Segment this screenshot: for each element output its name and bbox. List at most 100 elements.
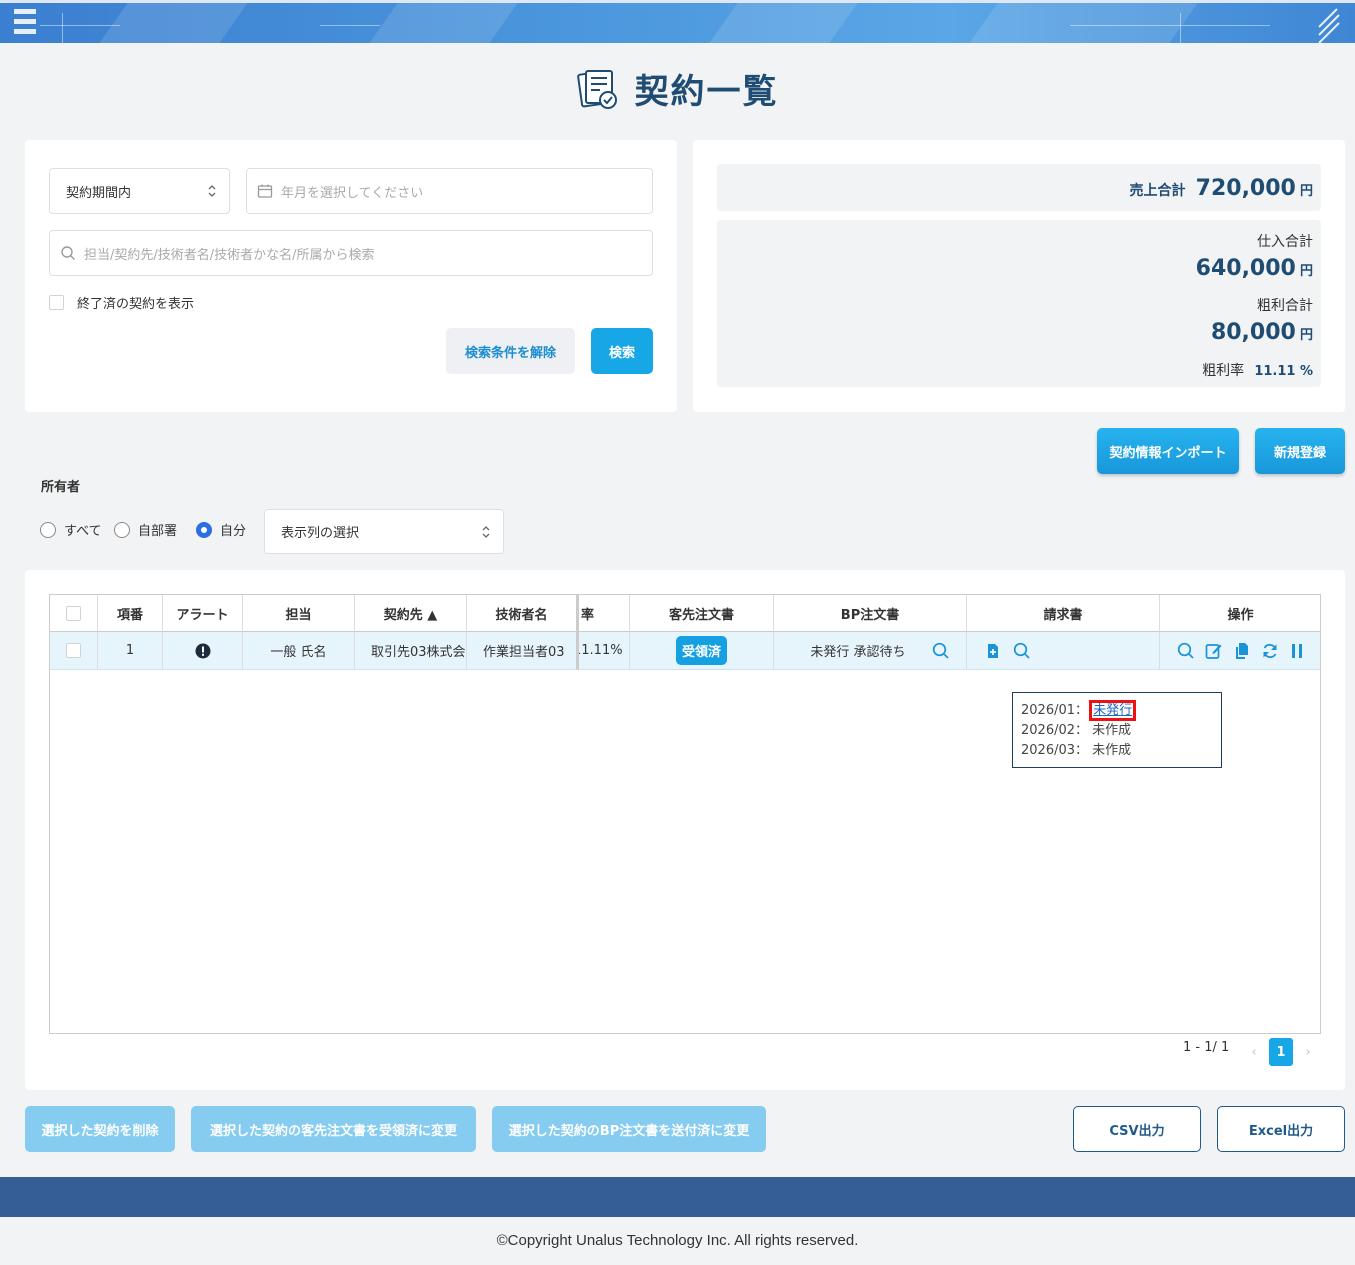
header-alert: アラート: [163, 595, 243, 632]
bp-order-status: 未発行 承認待ち: [810, 645, 906, 660]
month-picker-input[interactable]: 年月を選択してください: [246, 168, 653, 214]
invoice-status-link[interactable]: 未発行: [1089, 700, 1137, 721]
alert-exclamation-icon[interactable]: [195, 643, 211, 659]
purchase-total-unit: 円: [1299, 264, 1313, 279]
keyword-placeholder: 担当/契約先/技術者名/技術者かな名/所属から検索: [84, 247, 375, 263]
header-staff: 担当: [243, 595, 355, 632]
mark-customer-order-received-button[interactable]: 選択した契約の客先注文書を受領済に変更: [191, 1106, 476, 1152]
search-button[interactable]: 検索: [591, 328, 653, 374]
cell-rate-value: 11.11%: [579, 643, 623, 658]
show-finished-label: 終了済の契約を表示: [77, 297, 195, 312]
page-title: 契約一覧: [634, 72, 779, 112]
cell-customer-order: 受領済: [630, 632, 774, 670]
cell-invoice: [967, 632, 1160, 670]
show-finished-option[interactable]: 終了済の契約を表示: [49, 293, 194, 312]
prev-page-button[interactable]: ‹: [1242, 1038, 1266, 1066]
refresh-icon[interactable]: [1261, 642, 1279, 660]
contracts-table: 項番 アラート 担当 契約先 ▲ 技術者名 率 客先注文書 BP注文書 請求書 …: [49, 594, 1321, 1034]
invoice-month: 2026/01：: [1021, 703, 1089, 718]
period-select[interactable]: 契約期間内: [49, 168, 230, 214]
profit-total-value: 80,000: [1210, 320, 1296, 345]
cell-bp-order: 未発行 承認待ち: [774, 632, 967, 670]
header-client-sorted[interactable]: 契約先 ▲: [355, 595, 467, 632]
new-contract-button[interactable]: 新規登録: [1255, 428, 1345, 474]
search-icon: [61, 246, 75, 260]
purchase-total-label: 仕入合計: [1257, 234, 1313, 250]
cell-operations: [1160, 632, 1320, 670]
footer-band: [0, 1177, 1355, 1217]
cell-rate: 11.11%: [579, 632, 630, 670]
invoice-status: 未作成: [1092, 723, 1132, 738]
profit-summary-box: 仕入合計 640,000 円 粗利合計 80,000 円 粗利率 11.11 %: [717, 220, 1321, 387]
header-select-all[interactable]: [50, 595, 98, 632]
import-contracts-button[interactable]: 契約情報インポート: [1097, 428, 1239, 474]
invoice-month: 2026/03：: [1021, 743, 1089, 758]
keyword-search-input[interactable]: 担当/契約先/技術者名/技術者かな名/所属から検索: [49, 230, 653, 276]
customer-order-status-badge[interactable]: 受領済: [675, 636, 727, 665]
header-invoice: 請求書: [967, 595, 1160, 632]
excel-export-button[interactable]: Excel出力: [1217, 1106, 1345, 1152]
cell-staff: 一般 氏名: [243, 632, 355, 670]
column-select[interactable]: 表示列の選択: [264, 509, 504, 554]
sales-total-value: 720,000: [1195, 176, 1296, 201]
sales-total-box: 売上合計 720,000 円: [717, 164, 1321, 211]
csv-export-button[interactable]: CSV出力: [1073, 1106, 1201, 1152]
copy-icon[interactable]: [1233, 642, 1251, 660]
menu-icon[interactable]: [14, 9, 36, 39]
cell-no: 1: [98, 632, 163, 670]
select-arrows-icon: [208, 185, 216, 197]
cell-client: 取引先03株式会社: [355, 632, 467, 670]
next-page-button[interactable]: ›: [1296, 1038, 1320, 1066]
add-invoice-icon[interactable]: [985, 643, 1001, 659]
margin-value: 11.11 %: [1254, 364, 1313, 379]
header-bp-order: BP注文書: [774, 595, 967, 632]
header-customer-order: 客先注文書: [630, 595, 774, 632]
sales-total-unit: 円: [1299, 184, 1313, 199]
profit-total-unit: 円: [1299, 328, 1313, 343]
owner-radio-department[interactable]: 自部署: [114, 520, 177, 539]
search-panel: 契約期間内 年月を選択してください 担当/契約先/技術者名/技術者かな名/所属か…: [25, 140, 677, 412]
invoice-month: 2026/02：: [1021, 723, 1089, 738]
purchase-total-value: 640,000: [1195, 256, 1296, 281]
owner-radio-department-label: 自部署: [138, 524, 178, 539]
edit-icon[interactable]: [1205, 642, 1223, 660]
header-rate: 率: [579, 595, 630, 632]
select-arrows-icon: [482, 525, 490, 538]
owner-radio-all-label: すべて: [64, 524, 102, 539]
row-checkbox[interactable]: [66, 643, 81, 658]
mark-bp-order-sent-button[interactable]: 選択した契約のBP注文書を送付済に変更: [492, 1106, 766, 1152]
summary-panel: 売上合計 720,000 円 仕入合計 640,000 円 粗利合計 80,00…: [693, 140, 1345, 412]
pagination-range: 1 - 1/ 1: [1183, 1040, 1230, 1055]
select-all-checkbox[interactable]: [66, 605, 81, 621]
contract-document-icon: [577, 69, 618, 109]
owner-radio-all[interactable]: すべて: [40, 520, 102, 539]
header-operations: 操作: [1160, 595, 1320, 632]
invoice-status-popup: 2026/01： 未発行 2026/02： 未作成 2026/03： 未作成: [1012, 692, 1222, 768]
delete-selected-button[interactable]: 選択した契約を削除: [25, 1106, 175, 1152]
contracts-table-panel: 項番 アラート 担当 契約先 ▲ 技術者名 率 客先注文書 BP注文書 請求書 …: [25, 570, 1345, 1090]
month-placeholder: 年月を選択してください: [281, 185, 424, 201]
footer-copyright: ©Copyright Unalus Technology Inc. All ri…: [0, 1217, 1355, 1265]
page-header: 契約一覧: [0, 64, 1355, 113]
cell-alert: [163, 632, 243, 670]
header-banner: [0, 0, 1355, 43]
show-finished-checkbox[interactable]: [49, 295, 64, 310]
pause-icon[interactable]: [1289, 642, 1305, 660]
profit-total-label: 粗利合計: [1257, 298, 1313, 314]
invoice-popup-row: 2026/02： 未作成: [1021, 721, 1213, 741]
page-number-button[interactable]: 1: [1269, 1038, 1293, 1066]
invoice-search-icon[interactable]: [1013, 642, 1031, 660]
bp-order-search-icon[interactable]: [932, 642, 950, 660]
row-select-cell[interactable]: [50, 632, 98, 670]
owner-filter-label: 所有者: [41, 480, 81, 495]
slash-decoration-icon: [1318, 8, 1340, 43]
clear-conditions-button[interactable]: 検索条件を解除: [446, 328, 575, 374]
calendar-icon: [257, 184, 273, 198]
invoice-popup-row: 2026/01： 未発行: [1021, 700, 1213, 721]
view-search-icon[interactable]: [1177, 642, 1195, 660]
invoice-popup-row: 2026/03： 未作成: [1021, 741, 1213, 761]
invoice-status: 未作成: [1092, 743, 1132, 758]
owner-radio-self[interactable]: 自分: [196, 520, 246, 539]
period-select-value: 契約期間内: [66, 185, 132, 201]
header-engineer: 技術者名: [467, 595, 579, 632]
